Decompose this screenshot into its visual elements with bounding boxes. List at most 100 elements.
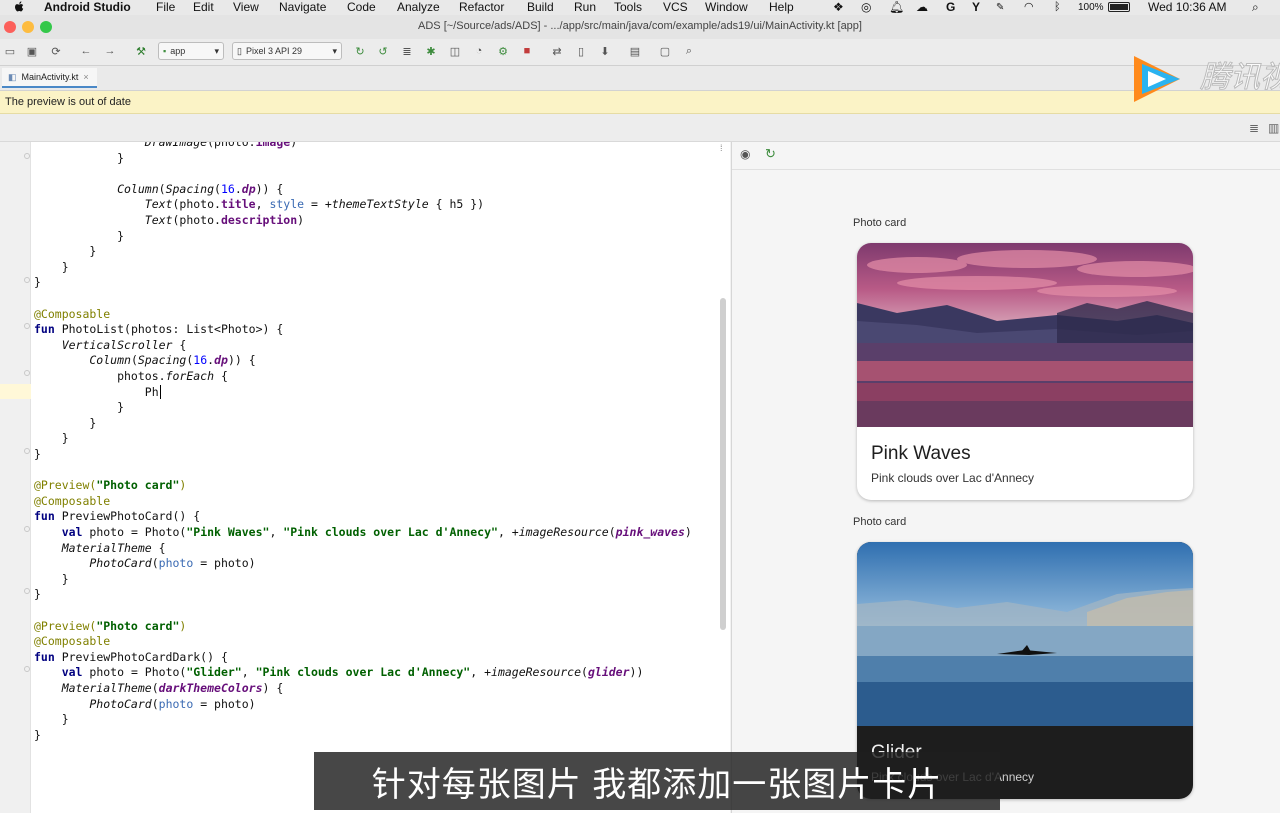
layout-inspector-icon[interactable]: ▢ bbox=[657, 43, 673, 59]
menu-navigate[interactable]: Navigate bbox=[279, 0, 326, 15]
y-status-icon[interactable]: Y bbox=[972, 0, 980, 15]
fold-marker-icon[interactable] bbox=[24, 588, 30, 594]
spotlight-search-icon[interactable]: ⌕ bbox=[1252, 0, 1259, 15]
code-line-17: Ph bbox=[34, 384, 161, 399]
code-line-18: } bbox=[34, 400, 125, 415]
coverage-icon[interactable]: ◫ bbox=[447, 43, 463, 59]
code-line-27: MaterialTheme { bbox=[34, 540, 166, 555]
sdk-manager-icon[interactable]: ⬇ bbox=[597, 43, 613, 59]
android-module-icon: ▪ bbox=[163, 46, 167, 56]
preview-eye-icon[interactable]: ◉ bbox=[740, 147, 750, 161]
code-line-6: Text(photo.description) bbox=[34, 213, 305, 227]
debug-bug-icon[interactable]: ✱ bbox=[423, 43, 439, 59]
pen-status-icon[interactable]: ✎ bbox=[996, 0, 1004, 15]
device-select-value: Pixel 3 API 29 bbox=[245, 46, 302, 56]
battery-icon[interactable] bbox=[1108, 2, 1130, 12]
make-project-hammer-icon[interactable]: ⚒ bbox=[133, 43, 149, 59]
code-line-34: fun PreviewPhotoCardDark() { bbox=[34, 649, 228, 664]
attach-debugger-icon[interactable]: ⚙ bbox=[495, 43, 511, 59]
code-line-5: Text(photo.title, style = +themeTextStyl… bbox=[34, 197, 485, 212]
save-all-icon[interactable]: ▣ bbox=[24, 43, 40, 59]
code-line-29: } bbox=[34, 571, 69, 586]
stop-icon[interactable]: ■ bbox=[519, 43, 535, 59]
code-line-14: VerticalScroller { bbox=[34, 337, 187, 352]
avd-manager-icon[interactable]: ▯ bbox=[573, 43, 589, 59]
gradle-sync-icon[interactable]: ⇄ bbox=[549, 43, 565, 59]
code-line-7: } bbox=[34, 228, 125, 243]
search-icon[interactable]: ⌕ bbox=[681, 43, 697, 59]
editor-scrollbar[interactable] bbox=[720, 298, 726, 630]
window-title: ADS [~/Source/ads/ADS] - .../app/src/mai… bbox=[418, 20, 862, 32]
code-line-9: } bbox=[34, 259, 69, 274]
code-line-36: MaterialTheme(darkThemeColors) { bbox=[34, 681, 284, 695]
preview-label-light: Photo card bbox=[853, 217, 907, 229]
preview-label-dark: Photo card bbox=[853, 516, 907, 528]
menu-view[interactable]: View bbox=[233, 0, 259, 15]
cloud-upload-icon[interactable]: ☁ bbox=[916, 0, 928, 15]
main-toolbar: ▭ ▣ ⟳ ← → ⚒ ▪ app ▾ ▯ Pixel 3 API 29 ▾ ↻… bbox=[0, 39, 1280, 66]
module-select[interactable]: ▪ app ▾ bbox=[158, 42, 224, 60]
card-description: Pink clouds over Lac d'Annecy bbox=[871, 471, 1035, 485]
sync-status-icon[interactable]: ◎ bbox=[861, 0, 871, 15]
code-line-19: } bbox=[34, 415, 97, 430]
card-title: Pink Waves bbox=[871, 443, 971, 464]
menu-refactor[interactable]: Refactor bbox=[459, 0, 504, 15]
fold-marker-icon[interactable] bbox=[24, 153, 30, 159]
app-menu-name[interactable]: Android Studio bbox=[44, 0, 131, 15]
chevron-down-icon: ▾ bbox=[214, 45, 219, 56]
preview-outdated-banner: The preview is out of date bbox=[0, 91, 1280, 114]
bluetooth-icon[interactable]: ᛒ bbox=[1054, 0, 1061, 15]
menu-file[interactable]: File bbox=[156, 0, 175, 15]
photo-card-pink-waves[interactable]: Pink Waves Pink clouds over Lac d'Annecy bbox=[857, 243, 1193, 500]
run-config-icon[interactable]: ≣ bbox=[399, 43, 415, 59]
menu-help[interactable]: Help bbox=[769, 0, 794, 15]
code-line-25: fun PreviewPhotoCard() { bbox=[34, 509, 201, 524]
fold-marker-icon[interactable] bbox=[24, 370, 30, 376]
menu-tools[interactable]: Tools bbox=[614, 0, 642, 15]
menu-window[interactable]: Window bbox=[705, 0, 748, 15]
code-editor[interactable]: DrawImage(photo.image) } Column(Spacing(… bbox=[31, 142, 730, 813]
split-view-icon[interactable]: ▥ bbox=[1268, 121, 1279, 135]
device-select[interactable]: ▯ Pixel 3 API 29 ▾ bbox=[232, 42, 342, 60]
pink-waves-image bbox=[857, 243, 1193, 427]
fold-marker-icon[interactable] bbox=[24, 448, 30, 454]
fold-marker-icon[interactable] bbox=[24, 526, 30, 532]
notification-bell-icon[interactable]: 🔔︎ bbox=[889, 0, 904, 15]
forward-arrow-icon[interactable]: → bbox=[102, 43, 118, 59]
apply-changes-icon[interactable]: ↻ bbox=[352, 43, 368, 59]
tab-mainactivity[interactable]: ◧ MainActivity.kt × bbox=[2, 68, 97, 88]
menu-vcs[interactable]: VCS bbox=[663, 0, 688, 15]
fold-marker-icon[interactable] bbox=[24, 277, 30, 283]
menu-analyze[interactable]: Analyze bbox=[397, 0, 440, 15]
code-line-39: } bbox=[34, 727, 41, 742]
code-view-icon[interactable]: ≣ bbox=[1249, 121, 1259, 135]
sync-icon[interactable]: ⟳ bbox=[48, 43, 64, 59]
tencent-video-logo-icon bbox=[1134, 56, 1180, 102]
apply-code-changes-icon[interactable]: ↺ bbox=[375, 43, 391, 59]
menu-run[interactable]: Run bbox=[574, 0, 596, 15]
menu-code[interactable]: Code bbox=[347, 0, 376, 15]
code-line-21: } bbox=[34, 447, 41, 461]
code-line-12: @Composable bbox=[34, 306, 111, 321]
phone-icon: ▯ bbox=[237, 45, 242, 56]
profile-icon[interactable]: ◔ bbox=[471, 43, 487, 59]
code-line-15: Column(Spacing(16.dp)) { bbox=[34, 353, 256, 368]
fold-marker-icon[interactable] bbox=[24, 323, 30, 329]
open-folder-icon[interactable]: ▭ bbox=[2, 43, 18, 59]
menu-build[interactable]: Build bbox=[527, 0, 554, 15]
editor-split-marker-icon[interactable]: ⁞ bbox=[720, 143, 723, 153]
menu-edit[interactable]: Edit bbox=[193, 0, 214, 15]
wifi-icon[interactable]: ◠ bbox=[1024, 0, 1034, 15]
refresh-preview-icon[interactable]: ↻ bbox=[765, 146, 776, 162]
g-status-icon[interactable]: G bbox=[946, 0, 955, 15]
code-line-10: } bbox=[34, 275, 41, 290]
dropbox-status-icon[interactable]: ❖ bbox=[833, 0, 844, 15]
code-line-2: } bbox=[34, 150, 125, 165]
code-line-33: @Composable bbox=[34, 634, 111, 649]
back-arrow-icon[interactable]: ← bbox=[78, 43, 94, 59]
code-line-32: @Preview("Photo card") bbox=[34, 618, 187, 633]
project-structure-icon[interactable]: ▤ bbox=[627, 43, 643, 59]
close-tab-icon[interactable]: × bbox=[83, 72, 88, 82]
fold-marker-icon[interactable] bbox=[24, 666, 30, 672]
menu-clock[interactable]: Wed 10:36 AM bbox=[1148, 0, 1227, 15]
